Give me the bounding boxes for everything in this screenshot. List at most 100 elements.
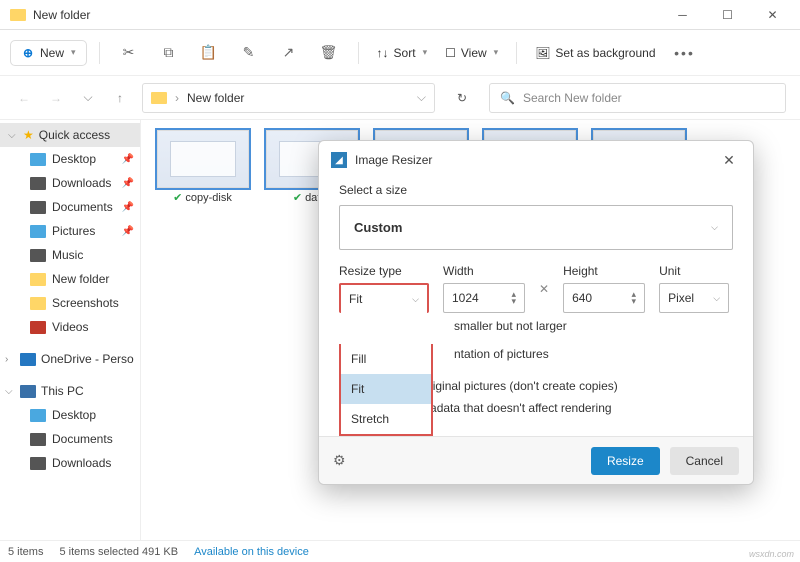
search-icon: 🔍 — [500, 91, 515, 105]
cut-button[interactable]: ✂ — [112, 39, 146, 67]
view-icon: ☐ — [445, 46, 456, 60]
close-button[interactable]: ✕ — [750, 1, 795, 29]
dialog-title: Image Resizer — [355, 153, 432, 167]
copy-button[interactable]: ⧉ — [152, 39, 186, 67]
chevron-down-icon: ▾ — [494, 47, 499, 58]
status-bar: 5 items 5 items selected 491 KB Availabl… — [0, 540, 800, 562]
new-button[interactable]: ⊕ New ▾ — [10, 40, 87, 66]
address-bar[interactable]: › New folder ⌵ — [142, 83, 435, 113]
downloads-icon — [30, 177, 46, 190]
close-button[interactable]: ✕ — [717, 148, 741, 172]
folder-icon — [151, 92, 167, 104]
more-button[interactable]: ••• — [668, 39, 702, 67]
resize-type-option-fit[interactable]: Fit — [341, 374, 431, 404]
sidebar-item-documents[interactable]: Documents — [0, 427, 140, 451]
width-label: Width — [443, 264, 525, 278]
downloads-icon — [30, 457, 46, 470]
cloud-icon — [20, 353, 36, 366]
sort-button[interactable]: ↑↓ Sort ▾ — [371, 42, 434, 64]
separator — [516, 42, 517, 64]
height-input[interactable]: 640 ▴▾ — [563, 283, 645, 313]
file-item[interactable]: ✔copy-disk — [155, 130, 250, 530]
unit-select[interactable]: Pixel ⌵ — [659, 283, 729, 313]
chevron-down-icon: ⌵ — [711, 222, 718, 233]
unit-label: Unit — [659, 264, 729, 278]
sidebar-item-videos[interactable]: Videos — [0, 315, 140, 339]
back-button[interactable]: ← — [14, 88, 34, 108]
thumbnail — [157, 130, 249, 188]
pin-icon: 📌 — [122, 226, 134, 237]
background-icon: 🖼 — [535, 46, 550, 60]
pin-icon: 📌 — [122, 178, 134, 189]
minimize-button[interactable]: ─ — [660, 1, 705, 29]
chevron-down-icon: ▾ — [423, 47, 428, 58]
width-input[interactable]: 1024 ▴▾ — [443, 283, 525, 313]
documents-icon — [30, 433, 46, 446]
window-title: New folder — [33, 8, 660, 22]
resize-button[interactable]: Resize — [591, 447, 660, 475]
delete-button[interactable]: 🗑 — [312, 39, 346, 67]
watermark: wsxdn.com — [749, 549, 794, 559]
recent-dropdown[interactable]: ⌵ — [78, 88, 98, 108]
settings-button[interactable]: ⚙ — [333, 452, 346, 469]
sidebar-item-music[interactable]: Music — [0, 243, 140, 267]
chevron-down-icon[interactable]: ⌵ — [417, 90, 426, 105]
separator — [358, 42, 359, 64]
times-icon: ✕ — [539, 274, 549, 304]
sidebar-item-onedrive[interactable]: ›OneDrive - Perso — [0, 347, 140, 371]
sidebar-item-pictures[interactable]: Pictures📌 — [0, 219, 140, 243]
chevron-down-icon: ⌵ — [412, 294, 419, 305]
spinner-icon[interactable]: ▴▾ — [632, 291, 637, 305]
spinner-icon[interactable]: ▴▾ — [511, 291, 516, 305]
item-count: 5 items — [8, 546, 43, 558]
chevron-down-icon: ⌵ — [5, 386, 15, 397]
chevron-right-icon: › — [5, 354, 15, 365]
breadcrumb[interactable]: New folder — [187, 91, 244, 105]
pin-icon: 📌 — [122, 154, 134, 165]
view-button[interactable]: ☐ View ▾ — [439, 42, 504, 64]
paste-button[interactable]: 📋 — [192, 39, 226, 67]
pc-icon — [20, 385, 36, 398]
resize-type-select[interactable]: Fit ⌵ — [339, 283, 429, 313]
availability: Available on this device — [194, 546, 309, 558]
sidebar-item-downloads[interactable]: Downloads📌 — [0, 171, 140, 195]
sidebar-item-newfolder[interactable]: New folder — [0, 267, 140, 291]
sync-icon: ✔ — [293, 191, 302, 204]
sidebar-item-screenshots[interactable]: Screenshots — [0, 291, 140, 315]
up-button[interactable]: ↑ — [110, 88, 130, 108]
chevron-down-icon: ⌵ — [8, 130, 18, 141]
sidebar: ⌵ ★ Quick access Desktop📌 Downloads📌 Doc… — [0, 120, 141, 540]
folder-icon — [30, 273, 46, 286]
search-input[interactable]: 🔍 Search New folder — [489, 83, 786, 113]
sync-icon: ✔ — [173, 191, 182, 204]
refresh-button[interactable]: ↻ — [447, 91, 477, 105]
quick-access-header[interactable]: ⌵ ★ Quick access — [0, 123, 140, 147]
documents-icon — [30, 201, 46, 214]
new-label: New — [40, 46, 64, 60]
cancel-button[interactable]: Cancel — [670, 447, 739, 475]
resize-type-option-stretch[interactable]: Stretch — [341, 404, 431, 434]
checkbox-partial-text: ntation of pictures — [454, 347, 733, 361]
maximize-button[interactable]: ☐ — [705, 1, 750, 29]
size-preset-select[interactable]: Custom ⌵ — [339, 205, 733, 250]
sidebar-item-thispc[interactable]: ⌵This PC — [0, 379, 140, 403]
sidebar-item-documents[interactable]: Documents📌 — [0, 195, 140, 219]
set-background-button[interactable]: 🖼 Set as background — [529, 42, 661, 64]
sidebar-item-desktop[interactable]: Desktop — [0, 403, 140, 427]
resize-type-dropdown: Fill Fit Stretch — [339, 344, 433, 436]
image-resizer-dialog: ◢ Image Resizer ✕ Select a size Custom ⌵… — [318, 140, 754, 485]
sidebar-item-desktop[interactable]: Desktop📌 — [0, 147, 140, 171]
select-size-label: Select a size — [339, 183, 733, 197]
height-label: Height — [563, 264, 645, 278]
resizer-icon: ◢ — [331, 152, 347, 168]
pin-icon: 📌 — [122, 202, 134, 213]
plus-icon: ⊕ — [21, 46, 35, 60]
search-placeholder: Search New folder — [523, 91, 622, 105]
share-button[interactable]: ↗ — [272, 39, 306, 67]
resize-type-option-fill[interactable]: Fill — [341, 344, 431, 374]
pictures-icon — [30, 225, 46, 238]
forward-button[interactable]: → — [46, 88, 66, 108]
folder-icon — [30, 297, 46, 310]
rename-button[interactable]: ✎ — [232, 39, 266, 67]
sidebar-item-downloads[interactable]: Downloads — [0, 451, 140, 475]
